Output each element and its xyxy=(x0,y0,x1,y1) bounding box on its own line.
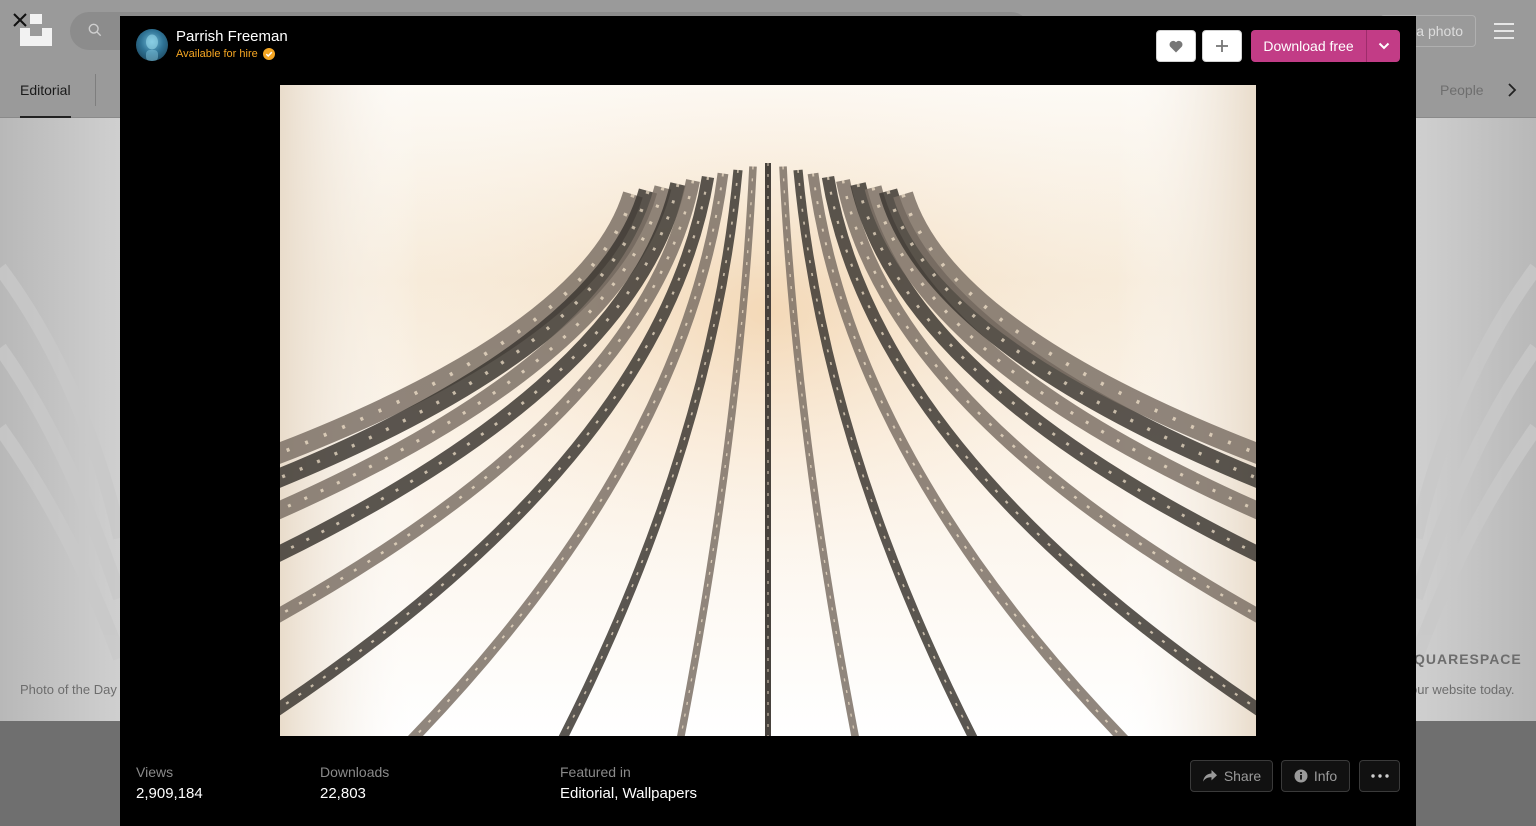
nav-tab-editorial[interactable]: Editorial xyxy=(20,82,71,98)
verified-badge-icon xyxy=(262,48,275,60)
downloads-value: 22,803 xyxy=(320,785,366,802)
plus-icon xyxy=(1216,40,1228,52)
menu-icon[interactable] xyxy=(1494,23,1514,39)
share-icon xyxy=(1202,770,1217,782)
more-actions-button[interactable] xyxy=(1359,760,1400,792)
featured-in-label: Featured in xyxy=(560,764,631,780)
chevron-right-icon[interactable] xyxy=(1504,82,1520,98)
more-icon xyxy=(1370,774,1389,778)
views-label: Views xyxy=(136,764,174,780)
info-icon xyxy=(1294,769,1308,783)
share-button[interactable]: Share xyxy=(1190,760,1273,792)
close-icon[interactable] xyxy=(9,9,31,31)
main-photo[interactable] xyxy=(280,85,1256,736)
available-for-hire-label[interactable]: Available for hire xyxy=(176,48,258,60)
views-value: 2,909,184 xyxy=(136,785,203,802)
photo-modal: Parrish Freeman Available for hire Downl… xyxy=(120,16,1416,826)
featured-link-wallpapers[interactable]: Wallpapers xyxy=(623,785,697,802)
heart-icon xyxy=(1169,40,1183,52)
featured-in-links: Editorial, Wallpapers xyxy=(560,785,697,802)
nav-tab-people[interactable]: People xyxy=(1440,82,1484,98)
add-to-collection-button[interactable] xyxy=(1202,30,1242,62)
sponsor-tagline[interactable]: our website today. xyxy=(1410,682,1515,697)
chevron-down-icon xyxy=(1378,42,1389,50)
download-options-button[interactable] xyxy=(1366,30,1400,62)
sponsor-name[interactable]: QUARESPACE xyxy=(1414,651,1522,667)
photo-of-the-day-caption[interactable]: Photo of the Day xyxy=(20,682,117,697)
author-name[interactable]: Parrish Freeman xyxy=(176,28,288,45)
author-avatar[interactable] xyxy=(136,29,168,61)
download-free-button[interactable]: Download free xyxy=(1251,30,1366,62)
downloads-label: Downloads xyxy=(320,764,390,780)
share-label: Share xyxy=(1223,768,1262,784)
featured-separator: , xyxy=(614,785,623,802)
featured-link-editorial[interactable]: Editorial xyxy=(560,785,614,802)
search-icon xyxy=(88,23,102,37)
hire-status[interactable]: Available for hire xyxy=(176,48,275,60)
info-label: Info xyxy=(1313,768,1338,784)
nav-divider xyxy=(95,74,96,106)
info-button[interactable]: Info xyxy=(1281,760,1350,792)
like-button[interactable] xyxy=(1156,30,1196,62)
